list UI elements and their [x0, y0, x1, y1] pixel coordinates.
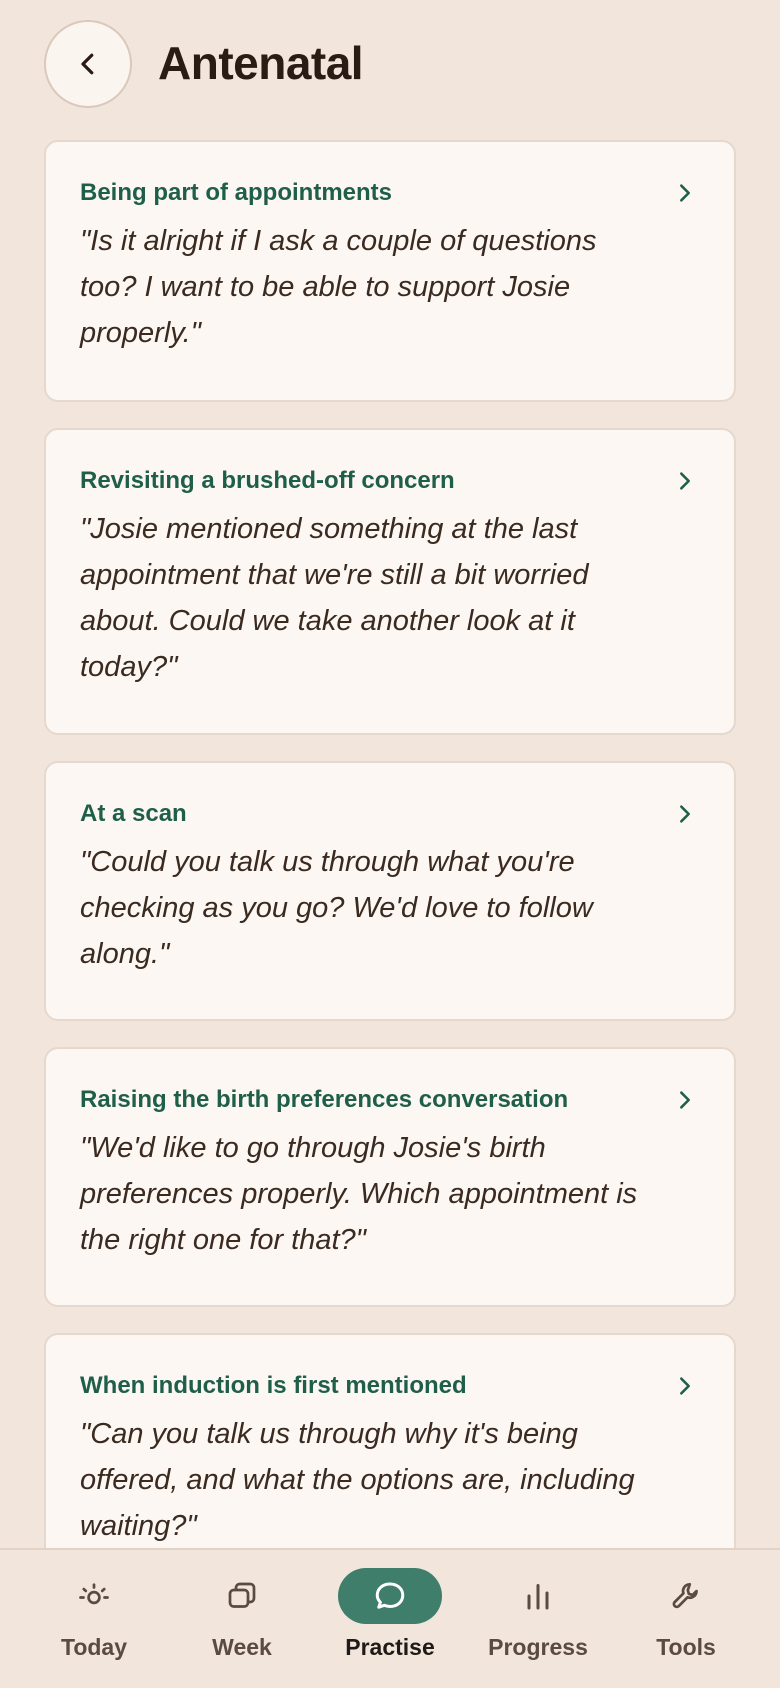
tab-week[interactable]: Week — [172, 1568, 312, 1678]
tab-today[interactable]: Today — [24, 1568, 164, 1678]
phrase-card-title: Being part of appointments — [80, 179, 392, 206]
tab-today-icon-wrap — [42, 1568, 146, 1624]
phrase-card-title: At a scan — [80, 800, 187, 827]
page-title: Antenatal — [158, 37, 364, 89]
phrase-card-title: When induction is first mentioned — [80, 1372, 467, 1399]
phrase-card[interactable]: Raising the birth preferences conversati… — [44, 1047, 736, 1307]
phrase-card-quote: "Josie mentioned something at the last a… — [80, 513, 589, 683]
tab-label: Week — [212, 1634, 272, 1660]
tab-label: Practise — [345, 1634, 435, 1660]
phrase-card-title: Raising the birth preferences conversati… — [80, 1086, 569, 1113]
bar-chart-icon — [527, 1584, 549, 1610]
chevron-right-icon — [680, 472, 690, 490]
tab-label: Tools — [656, 1634, 716, 1660]
tab-label: Progress — [488, 1634, 588, 1660]
phrase-card[interactable]: Revisiting a brushed-off concern "Josie … — [44, 428, 736, 735]
tab-tools[interactable]: Tools — [616, 1568, 756, 1678]
back-button[interactable] — [44, 20, 132, 108]
tab-practise[interactable]: Practise — [320, 1568, 460, 1678]
tab-progress[interactable]: Progress — [468, 1568, 608, 1678]
tab-tools-icon-wrap — [634, 1568, 738, 1624]
chevron-right-icon — [680, 1377, 690, 1395]
phrase-card-title: Revisiting a brushed-off concern — [80, 467, 455, 494]
tab-week-icon-wrap — [190, 1568, 294, 1624]
chevron-right-icon — [680, 805, 690, 823]
bottom-tab-bar: Today Week Practise Progress Tools — [0, 1548, 780, 1688]
tab-progress-icon-wrap — [486, 1568, 590, 1624]
wrench-icon — [672, 1582, 698, 1609]
phrase-card[interactable]: Being part of appointments "Is it alrigh… — [44, 140, 736, 402]
header: Antenatal — [0, 0, 780, 130]
chat-bubble-icon — [375, 1582, 405, 1609]
chevron-right-icon — [680, 184, 690, 202]
chevron-right-icon — [680, 1091, 690, 1109]
antenatal-screen: Antenatal Being part of appointments "Is… — [0, 0, 780, 1688]
tab-label: Today — [60, 1634, 128, 1660]
phrase-card-quote: "We'd like to go through Josie's birth p… — [80, 1132, 638, 1256]
tab-practise-icon-wrap — [338, 1568, 442, 1624]
phrase-card-quote: "Can you talk us through why it's being … — [80, 1418, 635, 1542]
phrase-card-quote: "Could you talk us through what you're c… — [80, 846, 593, 970]
stack-icon — [228, 1582, 256, 1608]
sun-icon — [79, 1583, 109, 1605]
phrase-list: Being part of appointments "Is it alrigh… — [44, 140, 736, 1619]
phrase-card-quote: "Is it alright if I ask a couple of ques… — [80, 225, 597, 349]
phrase-card[interactable]: At a scan "Could you talk us through wha… — [44, 761, 736, 1021]
chevron-left-icon — [81, 53, 94, 75]
